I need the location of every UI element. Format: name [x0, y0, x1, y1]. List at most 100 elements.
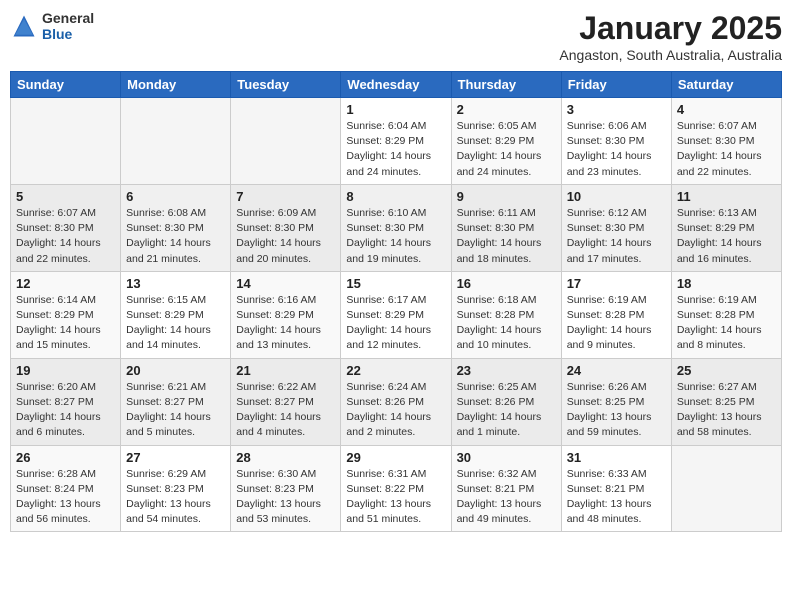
day-info: Sunrise: 6:06 AM Sunset: 8:30 PM Dayligh…	[567, 119, 666, 180]
calendar-cell	[231, 98, 341, 185]
calendar-cell: 31 Sunrise: 6:33 AM Sunset: 8:21 PM Dayli…	[561, 445, 671, 532]
title-block: January 2025 Angaston, South Australia, …	[559, 10, 782, 63]
day-info: Sunrise: 6:16 AM Sunset: 8:29 PM Dayligh…	[236, 293, 335, 354]
day-number: 5	[16, 189, 115, 204]
day-info: Sunrise: 6:24 AM Sunset: 8:26 PM Dayligh…	[346, 380, 445, 441]
col-header-wednesday: Wednesday	[341, 72, 451, 98]
day-info: Sunrise: 6:09 AM Sunset: 8:30 PM Dayligh…	[236, 206, 335, 267]
day-info: Sunrise: 6:32 AM Sunset: 8:21 PM Dayligh…	[457, 467, 556, 528]
calendar-cell: 11 Sunrise: 6:13 AM Sunset: 8:29 PM Dayli…	[671, 184, 781, 271]
day-info: Sunrise: 6:15 AM Sunset: 8:29 PM Dayligh…	[126, 293, 225, 354]
page-header: General Blue January 2025 Angaston, Sout…	[10, 10, 782, 63]
day-info: Sunrise: 6:22 AM Sunset: 8:27 PM Dayligh…	[236, 380, 335, 441]
day-info: Sunrise: 6:18 AM Sunset: 8:28 PM Dayligh…	[457, 293, 556, 354]
calendar-cell	[671, 445, 781, 532]
day-number: 1	[346, 102, 445, 117]
day-number: 16	[457, 276, 556, 291]
calendar-cell: 22 Sunrise: 6:24 AM Sunset: 8:26 PM Dayli…	[341, 358, 451, 445]
calendar-cell: 16 Sunrise: 6:18 AM Sunset: 8:28 PM Dayli…	[451, 271, 561, 358]
day-number: 29	[346, 450, 445, 465]
calendar-cell: 8 Sunrise: 6:10 AM Sunset: 8:30 PM Daylig…	[341, 184, 451, 271]
calendar-cell: 13Sunrise: 6:15 AM Sunset: 8:29 PM Dayli…	[121, 271, 231, 358]
day-info: Sunrise: 6:04 AM Sunset: 8:29 PM Dayligh…	[346, 119, 445, 180]
day-info: Sunrise: 6:25 AM Sunset: 8:26 PM Dayligh…	[457, 380, 556, 441]
calendar-cell: 18 Sunrise: 6:19 AM Sunset: 8:28 PM Dayli…	[671, 271, 781, 358]
col-header-monday: Monday	[121, 72, 231, 98]
calendar-cell: 12Sunrise: 6:14 AM Sunset: 8:29 PM Dayli…	[11, 271, 121, 358]
day-info: Sunrise: 6:12 AM Sunset: 8:30 PM Dayligh…	[567, 206, 666, 267]
logo-icon	[10, 12, 38, 40]
day-number: 17	[567, 276, 666, 291]
day-info: Sunrise: 6:20 AM Sunset: 8:27 PM Dayligh…	[16, 380, 115, 441]
col-header-tuesday: Tuesday	[231, 72, 341, 98]
day-number: 31	[567, 450, 666, 465]
calendar-cell: 28 Sunrise: 6:30 AM Sunset: 8:23 PM Dayli…	[231, 445, 341, 532]
calendar-cell: 3 Sunrise: 6:06 AM Sunset: 8:30 PM Daylig…	[561, 98, 671, 185]
day-number: 9	[457, 189, 556, 204]
location-title: Angaston, South Australia, Australia	[559, 47, 782, 63]
calendar-cell: 15Sunrise: 6:17 AM Sunset: 8:29 PM Dayli…	[341, 271, 451, 358]
day-number: 25	[677, 363, 776, 378]
day-info: Sunrise: 6:31 AM Sunset: 8:22 PM Dayligh…	[346, 467, 445, 528]
calendar-week-1: 1 Sunrise: 6:04 AM Sunset: 8:29 PM Daylig…	[11, 98, 782, 185]
calendar-cell: 24 Sunrise: 6:26 AM Sunset: 8:25 PM Dayli…	[561, 358, 671, 445]
day-number: 12	[16, 276, 115, 291]
calendar-cell: 9 Sunrise: 6:11 AM Sunset: 8:30 PM Daylig…	[451, 184, 561, 271]
day-number: 14	[236, 276, 335, 291]
col-header-thursday: Thursday	[451, 72, 561, 98]
day-number: 10	[567, 189, 666, 204]
day-info: Sunrise: 6:11 AM Sunset: 8:30 PM Dayligh…	[457, 206, 556, 267]
month-title: January 2025	[559, 10, 782, 47]
calendar-cell: 27Sunrise: 6:29 AM Sunset: 8:23 PM Dayli…	[121, 445, 231, 532]
calendar-cell: 19 Sunrise: 6:20 AM Sunset: 8:27 PM Dayli…	[11, 358, 121, 445]
calendar-cell: 5 Sunrise: 6:07 AM Sunset: 8:30 PM Daylig…	[11, 184, 121, 271]
day-info: Sunrise: 6:33 AM Sunset: 8:21 PM Dayligh…	[567, 467, 666, 528]
calendar-cell: 20Sunrise: 6:21 AM Sunset: 8:27 PM Dayli…	[121, 358, 231, 445]
day-number: 4	[677, 102, 776, 117]
calendar-cell	[121, 98, 231, 185]
day-info: Sunrise: 6:07 AM Sunset: 8:30 PM Dayligh…	[16, 206, 115, 267]
calendar-week-4: 19 Sunrise: 6:20 AM Sunset: 8:27 PM Dayli…	[11, 358, 782, 445]
day-number: 22	[346, 363, 445, 378]
day-number: 24	[567, 363, 666, 378]
calendar-cell: 21 Sunrise: 6:22 AM Sunset: 8:27 PM Dayli…	[231, 358, 341, 445]
day-info: Sunrise: 6:07 AM Sunset: 8:30 PM Dayligh…	[677, 119, 776, 180]
day-number: 19	[16, 363, 115, 378]
calendar-cell: 25 Sunrise: 6:27 AM Sunset: 8:25 PM Dayli…	[671, 358, 781, 445]
day-number: 8	[346, 189, 445, 204]
calendar-cell: 4 Sunrise: 6:07 AM Sunset: 8:30 PM Daylig…	[671, 98, 781, 185]
col-header-sunday: Sunday	[11, 72, 121, 98]
day-info: Sunrise: 6:27 AM Sunset: 8:25 PM Dayligh…	[677, 380, 776, 441]
calendar-cell: 10 Sunrise: 6:12 AM Sunset: 8:30 PM Dayli…	[561, 184, 671, 271]
calendar-cell: 26Sunrise: 6:28 AM Sunset: 8:24 PM Dayli…	[11, 445, 121, 532]
day-info: Sunrise: 6:05 AM Sunset: 8:29 PM Dayligh…	[457, 119, 556, 180]
logo-text: General Blue	[42, 10, 94, 42]
day-info: Sunrise: 6:26 AM Sunset: 8:25 PM Dayligh…	[567, 380, 666, 441]
day-info: Sunrise: 6:19 AM Sunset: 8:28 PM Dayligh…	[567, 293, 666, 354]
calendar-header-row: SundayMondayTuesdayWednesdayThursdayFrid…	[11, 72, 782, 98]
day-info: Sunrise: 6:17 AM Sunset: 8:29 PM Dayligh…	[346, 293, 445, 354]
day-number: 27	[126, 450, 225, 465]
day-info: Sunrise: 6:30 AM Sunset: 8:23 PM Dayligh…	[236, 467, 335, 528]
day-info: Sunrise: 6:19 AM Sunset: 8:28 PM Dayligh…	[677, 293, 776, 354]
calendar-cell: 7Sunrise: 6:09 AM Sunset: 8:30 PM Daylig…	[231, 184, 341, 271]
calendar-cell: 6Sunrise: 6:08 AM Sunset: 8:30 PM Daylig…	[121, 184, 231, 271]
day-number: 28	[236, 450, 335, 465]
calendar-table: SundayMondayTuesdayWednesdayThursdayFrid…	[10, 71, 782, 532]
day-info: Sunrise: 6:10 AM Sunset: 8:30 PM Dayligh…	[346, 206, 445, 267]
day-number: 21	[236, 363, 335, 378]
day-info: Sunrise: 6:13 AM Sunset: 8:29 PM Dayligh…	[677, 206, 776, 267]
day-info: Sunrise: 6:28 AM Sunset: 8:24 PM Dayligh…	[16, 467, 115, 528]
calendar-cell: 14 Sunrise: 6:16 AM Sunset: 8:29 PM Dayli…	[231, 271, 341, 358]
calendar-cell: 29 Sunrise: 6:31 AM Sunset: 8:22 PM Dayli…	[341, 445, 451, 532]
day-number: 18	[677, 276, 776, 291]
day-number: 11	[677, 189, 776, 204]
day-number: 3	[567, 102, 666, 117]
day-number: 2	[457, 102, 556, 117]
calendar-cell: 17 Sunrise: 6:19 AM Sunset: 8:28 PM Dayli…	[561, 271, 671, 358]
logo-blue: Blue	[42, 26, 94, 42]
calendar-week-5: 26Sunrise: 6:28 AM Sunset: 8:24 PM Dayli…	[11, 445, 782, 532]
day-number: 6	[126, 189, 225, 204]
logo: General Blue	[10, 10, 94, 42]
day-info: Sunrise: 6:21 AM Sunset: 8:27 PM Dayligh…	[126, 380, 225, 441]
